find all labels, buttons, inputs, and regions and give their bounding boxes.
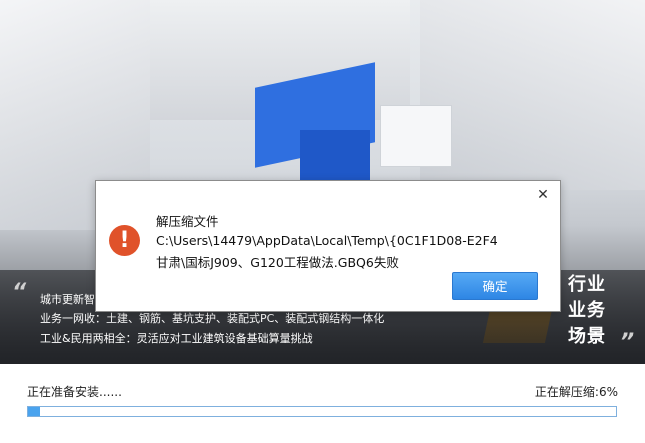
banner-line-1: 城市更新智 (40, 293, 95, 306)
status-text-extracting: 正在解压缩:6% (534, 385, 618, 399)
decor-blue-block-2 (300, 130, 370, 180)
dialog-path-line-2: 甘肃\国标J909、G120工程做法.GBQ6失败 (156, 255, 399, 270)
error-dialog: ✕ ! 解压缩文件 C:\Users\14479\AppData\Local\T… (95, 180, 561, 312)
status-text-preparing: 正在准备安装...... (27, 385, 122, 399)
dialog-title: 解压缩文件 (156, 214, 219, 229)
quote-left-mark: “ (12, 280, 27, 305)
tagline-3: 场景 (568, 326, 606, 347)
banner-line-2: 业务一网收：土建、钢筋、基坑支护、装配式PC、装配式钢结构一体化 (40, 312, 385, 325)
close-icon[interactable]: ✕ (534, 186, 552, 204)
ok-button[interactable]: 确定 (452, 272, 538, 300)
quote-right-mark: ” (620, 330, 635, 355)
tagline-2: 业务 (568, 300, 606, 321)
decor-building-right (420, 0, 645, 190)
tagline-1: 行业 (568, 274, 606, 295)
dialog-path-line-1: C:\Users\14479\AppData\Local\Temp\{0C1F1… (156, 233, 498, 248)
progress-bar (27, 406, 617, 417)
error-icon: ! (109, 225, 140, 256)
decor-white-cube (380, 105, 452, 167)
banner-line-3: 工业&民用两相全：灵活应对工业建筑设备基础算量挑战 (40, 332, 313, 345)
progress-bar-fill (28, 407, 40, 416)
